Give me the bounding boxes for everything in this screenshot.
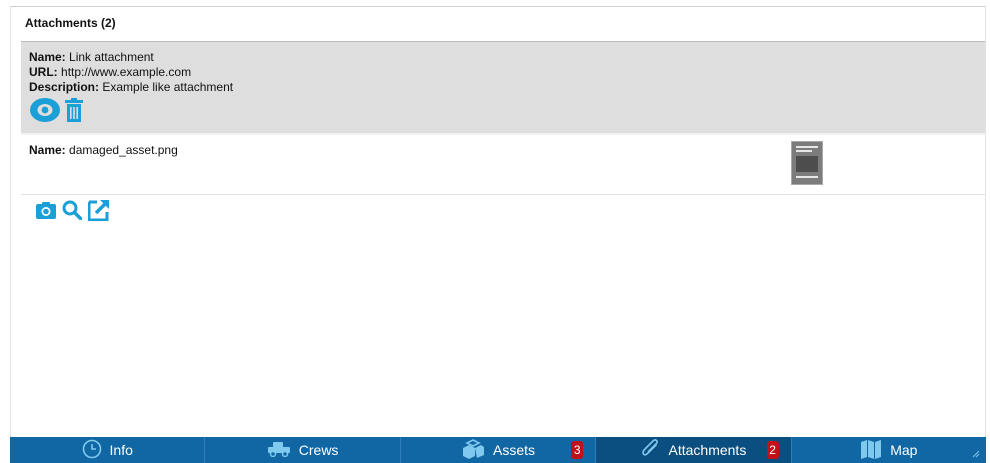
attachments-panel: Attachments (2) Name: Link attachment UR…	[10, 6, 986, 437]
attachment-item-link[interactable]: Name: Link attachment URL: http://www.ex…	[21, 42, 985, 133]
attachment-name-field: Name: damaged_asset.png	[29, 143, 977, 158]
resize-grip-icon[interactable]	[972, 445, 980, 461]
tab-label: Crews	[298, 442, 339, 458]
tab-info[interactable]: Info	[10, 437, 206, 463]
eye-icon[interactable]	[29, 97, 61, 123]
truck-icon	[267, 441, 291, 460]
name-label: Name:	[29, 50, 66, 64]
paperclip-icon	[641, 438, 661, 463]
attachment-description-field: Description: Example like attachment	[29, 80, 977, 95]
tab-label: Attachments	[668, 442, 747, 458]
tab-label: Map	[890, 442, 918, 458]
attachment-url: http://www.example.com	[61, 65, 192, 79]
tab-crews[interactable]: Crews	[205, 437, 401, 463]
cubes-icon	[461, 438, 485, 462]
name-label: Name:	[29, 143, 66, 157]
tab-attachments[interactable]: Attachments 2	[596, 437, 792, 463]
section-title: Attachments (2)	[25, 16, 116, 30]
camera-icon[interactable]	[36, 201, 56, 219]
description-label: Description:	[29, 80, 100, 94]
assets-count-badge: 3	[571, 441, 584, 459]
clock-icon	[82, 439, 102, 462]
url-label: URL:	[29, 65, 58, 79]
attachment-actions	[29, 97, 977, 123]
tab-map[interactable]: Map	[792, 437, 986, 463]
attachment-name-field: Name: Link attachment	[29, 50, 977, 65]
attachment-name: damaged_asset.png	[69, 143, 178, 157]
attachment-description: Example like attachment	[102, 80, 234, 94]
external-link-icon[interactable]	[88, 199, 110, 221]
tab-label: Assets	[493, 442, 536, 458]
search-icon[interactable]	[62, 200, 82, 220]
trash-icon[interactable]	[65, 98, 83, 122]
attachment-item-image[interactable]: Name: damaged_asset.png	[21, 135, 985, 195]
tab-label: Info	[109, 442, 133, 458]
image-thumbnail[interactable]	[791, 141, 823, 185]
bottom-nav: Info Crews Assets 3 Attachments 2 Map	[10, 437, 986, 463]
attachments-count-badge: 2	[766, 441, 779, 459]
attachment-name: Link attachment	[69, 50, 154, 64]
tab-assets[interactable]: Assets 3	[401, 437, 597, 463]
map-icon	[860, 439, 882, 462]
attachment-toolbar	[36, 199, 110, 221]
attachment-url-field: URL: http://www.example.com	[29, 65, 977, 80]
